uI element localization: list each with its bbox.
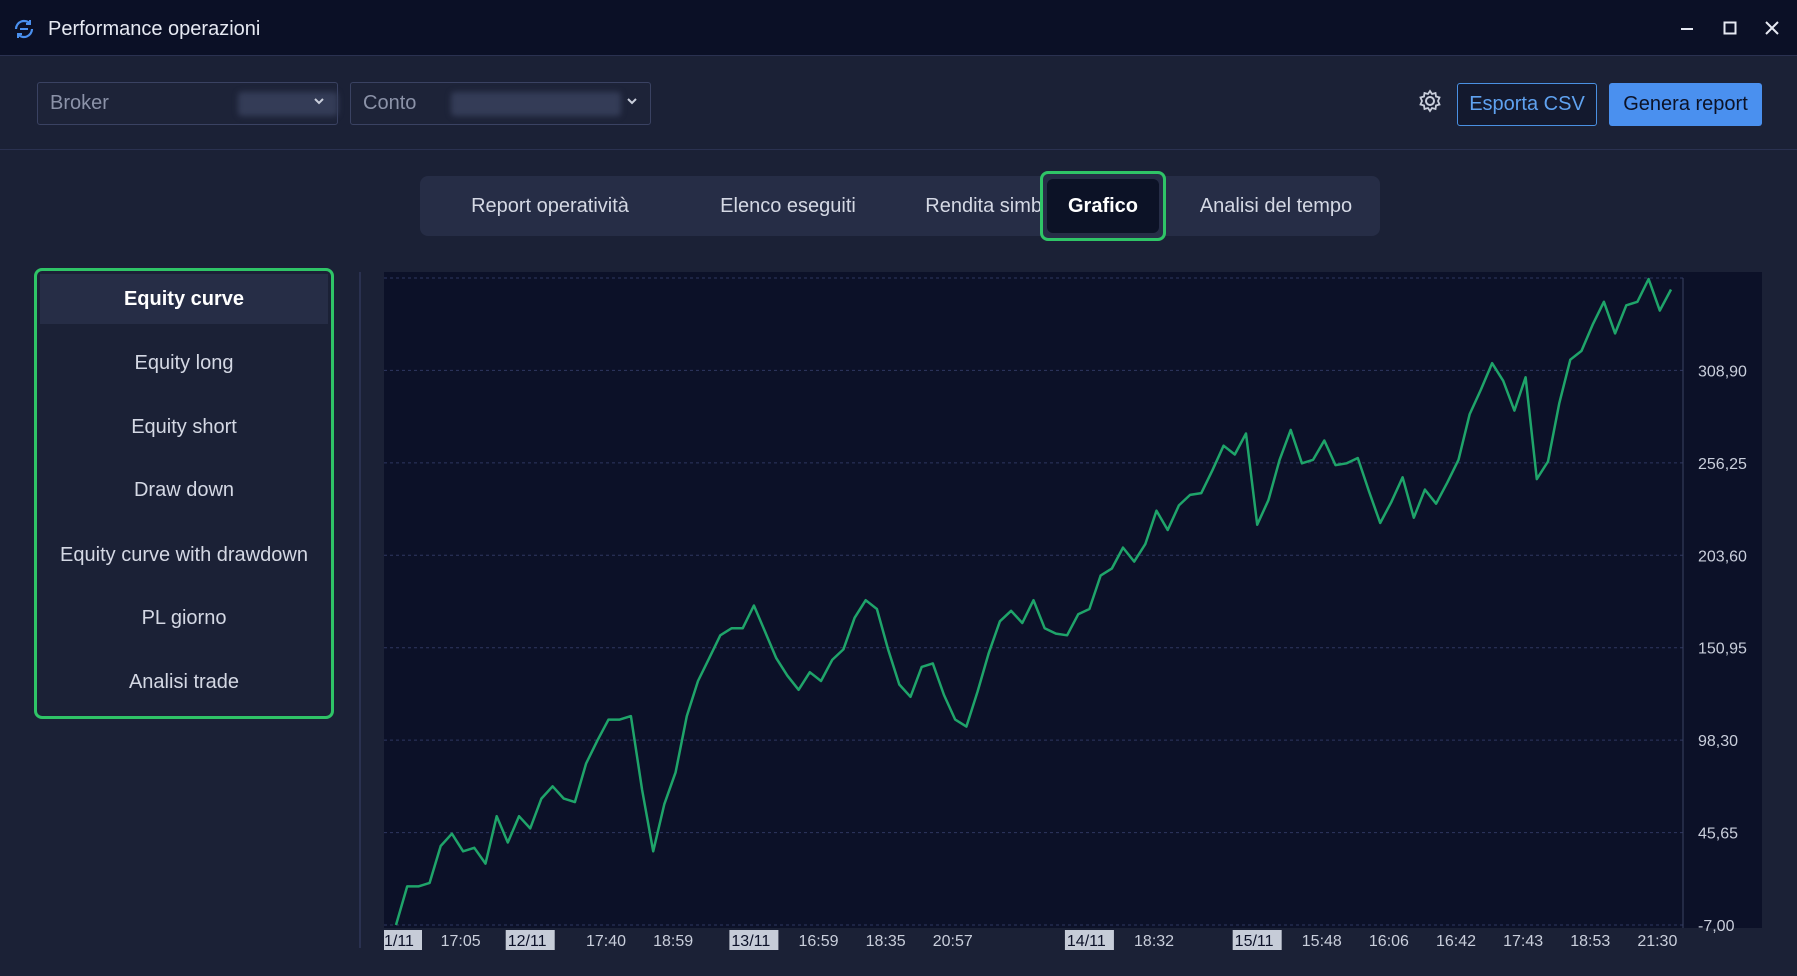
app-window: Performance operazioni Broker Conto Espo… xyxy=(0,0,1797,976)
minimize-icon xyxy=(1681,28,1693,30)
export-csv-button[interactable]: Esporta CSV xyxy=(1457,83,1597,126)
gear-icon[interactable] xyxy=(1416,87,1444,115)
chart-type-menu: Equity curve Equity long Equity short Dr… xyxy=(34,268,334,719)
tab-grafico-label: Grafico xyxy=(1047,179,1159,233)
x-tick-label: 16:06 xyxy=(1369,933,1409,950)
x-tick-label: 17:05 xyxy=(441,933,481,950)
tab-report-operativita[interactable]: Report operatività xyxy=(430,176,670,236)
x-tick-label: 21:30 xyxy=(1637,933,1677,950)
x-tick-label: 18:59 xyxy=(653,933,693,950)
x-tick-label: 17:43 xyxy=(1503,933,1543,950)
x-tick-label: 14/11 xyxy=(1067,933,1106,950)
broker-select[interactable]: Broker xyxy=(37,82,338,125)
x-tick-label: 13/11 xyxy=(731,933,770,950)
y-tick-label: 45,65 xyxy=(1698,826,1738,843)
y-tick-label: 256,25 xyxy=(1698,456,1747,473)
menu-item-draw-down[interactable]: Draw down xyxy=(40,465,328,515)
x-tick-label: 16:59 xyxy=(799,933,839,950)
maximize-icon xyxy=(1723,21,1737,35)
y-tick-label: 150,95 xyxy=(1698,641,1747,658)
y-tick-label: 308,90 xyxy=(1698,363,1747,380)
generate-report-button[interactable]: Genera report xyxy=(1609,83,1762,126)
y-tick-label: 98,30 xyxy=(1698,733,1738,750)
x-tick-label: 12/11 xyxy=(508,933,547,950)
panel-divider xyxy=(359,272,361,948)
tab-elenco-eseguiti[interactable]: Elenco eseguiti xyxy=(672,176,904,236)
x-tick-label: 17:40 xyxy=(586,933,626,950)
close-button[interactable] xyxy=(1758,14,1786,42)
x-tick-label: 16:42 xyxy=(1436,933,1476,950)
x-tick-label: 20:57 xyxy=(933,933,973,950)
title-bar: Performance operazioni xyxy=(0,0,1797,56)
close-icon xyxy=(1765,21,1779,35)
sync-icon xyxy=(12,17,36,41)
chart-svg[interactable]: -7,00 45,65 98,30 150,95 203,60 256,25 308,90 1… xyxy=(384,272,1762,952)
menu-item-equity-with-drawdown[interactable]: Equity curve with drawdown xyxy=(40,530,328,580)
menu-item-equity-short[interactable]: Equity short xyxy=(40,402,328,452)
toolbar: Broker Conto Esporta CSV Genera report xyxy=(0,57,1797,150)
maximize-button[interactable] xyxy=(1716,14,1744,42)
x-tick-label: 1/11 xyxy=(384,933,414,950)
conto-select[interactable]: Conto xyxy=(350,82,651,125)
x-tick-label: 18:53 xyxy=(1570,933,1610,950)
window-title: Performance operazioni xyxy=(48,18,261,40)
chevron-down-icon xyxy=(313,93,325,109)
x-tick-label: 15/11 xyxy=(1235,933,1274,950)
conto-value-redacted xyxy=(451,92,621,116)
equity-chart[interactable]: -7,00 45,65 98,30 150,95 203,60 256,25 308,90 1… xyxy=(384,272,1762,952)
chevron-down-icon xyxy=(626,93,638,109)
menu-item-equity-curve[interactable]: Equity curve xyxy=(40,274,328,324)
x-tick-label: 18:35 xyxy=(866,933,906,950)
x-tick-label: 18:32 xyxy=(1134,933,1174,950)
menu-item-analisi-trade[interactable]: Analisi trade xyxy=(40,657,328,707)
y-tick-label: 203,60 xyxy=(1698,548,1747,565)
tab-grafico[interactable]: Grafico xyxy=(1040,171,1166,241)
tab-analisi-del-tempo[interactable]: Analisi del tempo xyxy=(1178,176,1374,236)
tab-bar: Report operatività Elenco eseguiti Rendi… xyxy=(420,171,1380,241)
menu-item-pl-giorno[interactable]: PL giorno xyxy=(40,593,328,643)
x-tick-label: 15:48 xyxy=(1302,933,1342,950)
broker-label: Broker xyxy=(50,92,109,114)
menu-item-equity-long[interactable]: Equity long xyxy=(40,338,328,388)
conto-label: Conto xyxy=(363,92,417,114)
y-tick-label: -7,00 xyxy=(1698,918,1735,935)
minimize-button[interactable] xyxy=(1673,14,1701,42)
